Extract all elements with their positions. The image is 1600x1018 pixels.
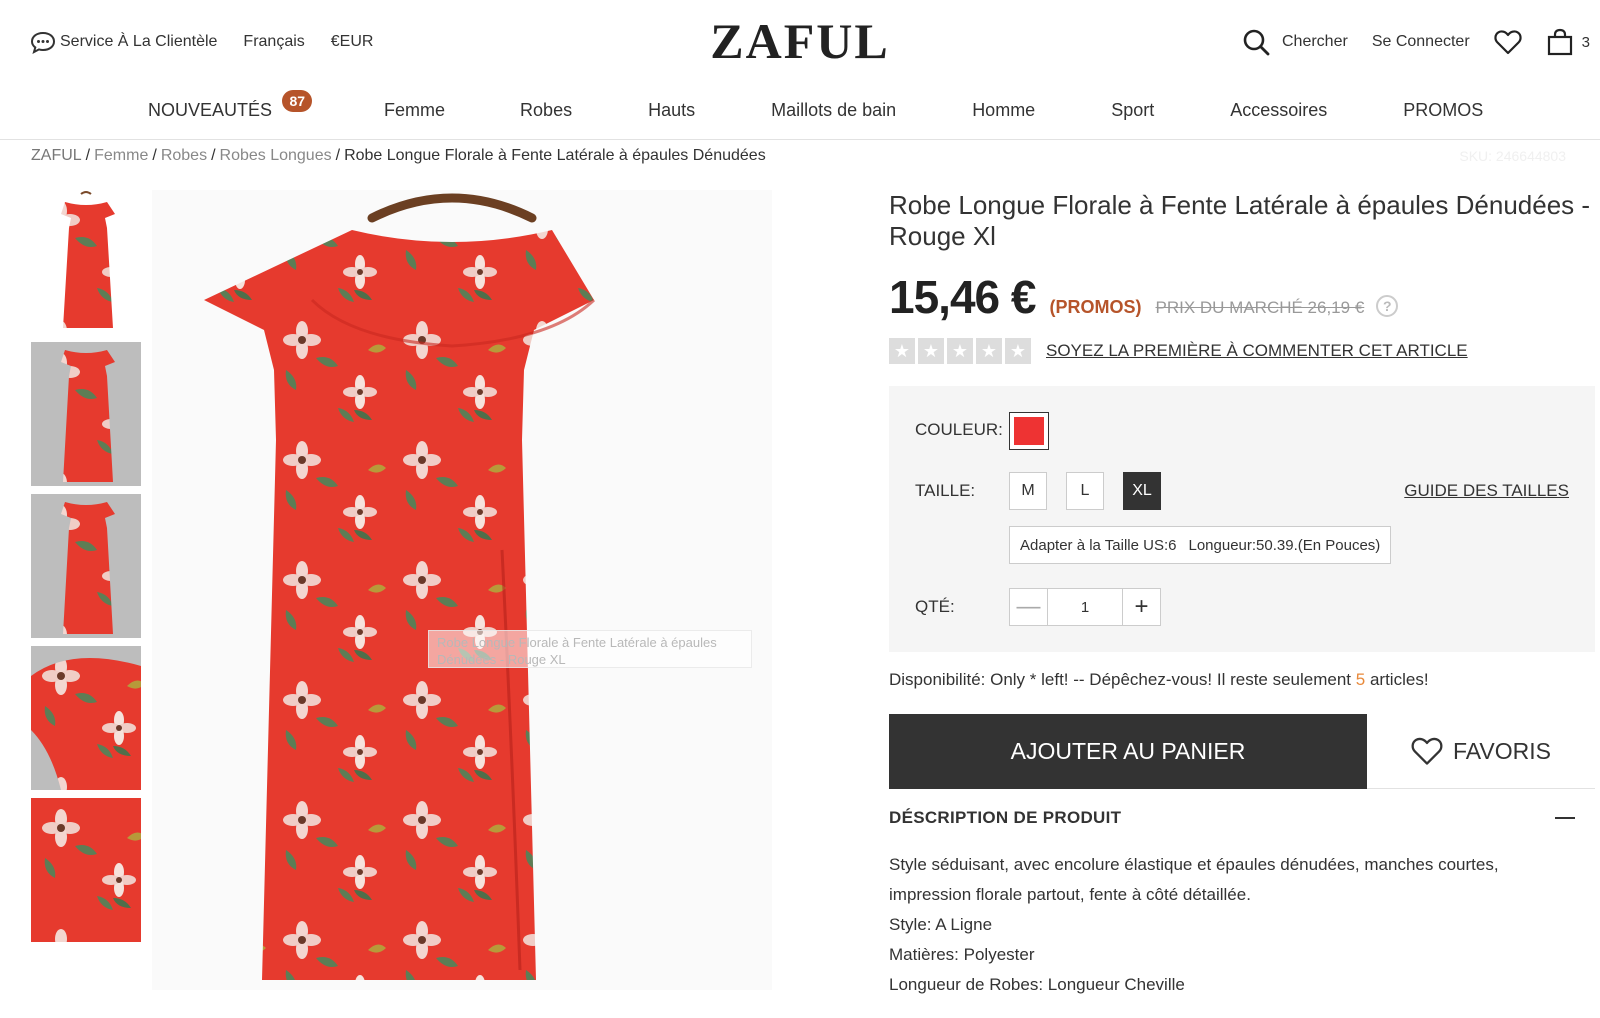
size-label: TAILLE: (915, 481, 976, 500)
availability-suffix: articles! (1369, 670, 1429, 689)
nav-item-nouveautes[interactable]: NOUVEAUTÉS 87 (148, 90, 313, 121)
cart-count: 3 (1581, 33, 1590, 51)
description-header[interactable]: DÉSCRIPTION DE PRODUIT (889, 808, 1595, 828)
thumbnail-dress-image (61, 502, 115, 634)
nav-item-label: NOUVEAUTÉS (148, 100, 273, 120)
thumbnail-list (31, 190, 141, 950)
heart-icon (1494, 30, 1522, 55)
search-icon (1243, 29, 1270, 56)
rating-stars: ★ ★ ★ ★ ★ (889, 338, 1034, 364)
price-row: 15,46 € (PROMOS) PRIX DU MARCHÉ 26,19 € … (889, 270, 1399, 324)
cart-button[interactable]: 3 (1546, 28, 1590, 56)
color-swatch-fill (1014, 417, 1044, 445)
fit-size-text: Adapter à la Taille US:6 (1020, 536, 1177, 554)
thumbnail-4[interactable] (31, 646, 141, 790)
thumbnail-1[interactable] (31, 190, 141, 334)
product-price: 15,46 € (889, 271, 1036, 323)
thumbnail-2[interactable] (31, 342, 141, 486)
description-length: Longueur de Robes: Longueur Cheville (889, 975, 1185, 994)
rating-row: ★ ★ ★ ★ ★ SOYEZ LA PREMIÈRE À COMMENTER … (889, 338, 1468, 364)
star-icon: ★ (889, 338, 915, 364)
description-title: DÉSCRIPTION DE PRODUIT (889, 808, 1122, 827)
nav-item-accessoires[interactable]: Accessoires (1230, 100, 1327, 121)
promo-tag: (PROMOS) (1049, 297, 1142, 317)
size-option-xl[interactable]: XL (1123, 472, 1161, 510)
nav-item-sport[interactable]: Sport (1111, 100, 1154, 121)
image-caption: Robe Longue Florale à Fente Latérale à é… (428, 630, 752, 668)
star-icon: ★ (1005, 338, 1031, 364)
color-swatch-red[interactable] (1009, 412, 1049, 450)
quantity-input[interactable]: 1 (1048, 589, 1122, 625)
add-to-favorites-button[interactable]: FAVORIS (1367, 714, 1595, 789)
product-title: Robe Longue Florale à Fente Latérale à é… (889, 190, 1591, 251)
thumbnail-dress-image (61, 191, 115, 328)
star-icon: ★ (947, 338, 973, 364)
search-button[interactable]: Chercher (1242, 28, 1348, 56)
product-info: Robe Longue Florale à Fente Latérale à é… (889, 190, 1595, 994)
availability-count: 5 (1355, 670, 1366, 689)
product-actions: AJOUTER AU PANIER FAVORIS (889, 714, 1595, 790)
size-guide-link[interactable]: GUIDE DES TAILLES (1404, 481, 1569, 501)
nav-item-femme[interactable]: Femme (384, 100, 445, 121)
size-fit-info: Adapter à la Taille US:6 Longueur:50.39.… (1009, 526, 1392, 564)
search-label: Chercher (1282, 33, 1348, 50)
star-icon: ★ (976, 338, 1002, 364)
nav-item-robes[interactable]: Robes (520, 100, 572, 121)
top-bar: Service À La Clientèle Français €EUR ZAF… (0, 0, 1600, 82)
breadcrumb-home[interactable]: ZAFUL (31, 147, 82, 164)
size-option-m[interactable]: M (1009, 472, 1047, 510)
main-navigation: NOUVEAUTÉS 87 Femme Robes Hauts Maillots… (0, 82, 1600, 140)
thumbnail-dress-detail-image (31, 658, 141, 790)
market-price: PRIX DU MARCHÉ 26,19 € (1155, 298, 1365, 317)
description-body: Style séduisant, avec encolure élastique… (889, 850, 1579, 1000)
main-product-image[interactable]: Robe Longue Florale à Fente Latérale à é… (152, 190, 772, 990)
quantity-increase-button[interactable]: + (1122, 589, 1160, 625)
top-bar-right: Chercher Se Connecter 3 (1218, 28, 1590, 56)
thumbnail-5[interactable] (31, 798, 141, 942)
heart-icon (1411, 737, 1443, 765)
breadcrumb-robes[interactable]: Robes (161, 147, 207, 164)
nav-item-promos[interactable]: PROMOS (1403, 100, 1483, 121)
nav-item-hauts[interactable]: Hauts (648, 100, 695, 121)
description-text: Style séduisant, avec encolure élastique… (889, 855, 1499, 904)
breadcrumb: ZAFUL / Femme / Robes / Robes Longues / Robe Lon… (31, 147, 766, 164)
availability-prefix: Disponibilité: Only * left! -- Dépêchez-… (889, 670, 1352, 689)
breadcrumb-current: Robe Longue Florale à Fente Latérale à é… (344, 147, 766, 164)
thumbnail-fabric-image (31, 798, 141, 942)
thumbnail-3[interactable] (31, 494, 141, 638)
size-option-l[interactable]: L (1066, 472, 1104, 510)
favorites-label: FAVORIS (1453, 737, 1551, 764)
availability-text: Disponibilité: Only * left! -- Dépêchez-… (889, 670, 1429, 690)
description-material: Matières: Polyester (889, 945, 1035, 964)
breadcrumb-robes-longues[interactable]: Robes Longues (220, 147, 332, 164)
description-style: Style: A Ligne (889, 915, 993, 934)
product-options: COULEUR: TAILLE: M L XL GUIDE DES TAILLE… (889, 386, 1595, 652)
login-link[interactable]: Se Connecter (1372, 33, 1470, 51)
fit-length-text: Longueur:50.39.(En Pouces) (1188, 536, 1381, 554)
quantity-stepper: — 1 + (1009, 588, 1161, 626)
help-icon[interactable]: ? (1376, 295, 1399, 317)
star-icon: ★ (918, 338, 944, 364)
nav-item-maillots[interactable]: Maillots de bain (771, 100, 896, 121)
quantity-label: QTÉ: (915, 597, 955, 616)
color-label: COULEUR: (915, 420, 1003, 439)
thumbnail-dress-image (61, 350, 115, 482)
product-sku: SKU: 246644803 (1459, 148, 1566, 164)
collapse-icon[interactable] (1555, 817, 1575, 819)
wishlist-button[interactable] (1494, 29, 1522, 55)
dress-image (152, 190, 772, 990)
breadcrumb-femme[interactable]: Femme (94, 147, 148, 164)
bag-icon (1547, 28, 1572, 56)
quantity-decrease-button[interactable]: — (1010, 589, 1048, 625)
new-items-badge: 87 (282, 90, 313, 112)
write-review-link[interactable]: SOYEZ LA PREMIÈRE À COMMENTER CET ARTICL… (1046, 341, 1468, 361)
add-to-cart-button[interactable]: AJOUTER AU PANIER (889, 714, 1367, 789)
nav-item-homme[interactable]: Homme (972, 100, 1035, 121)
